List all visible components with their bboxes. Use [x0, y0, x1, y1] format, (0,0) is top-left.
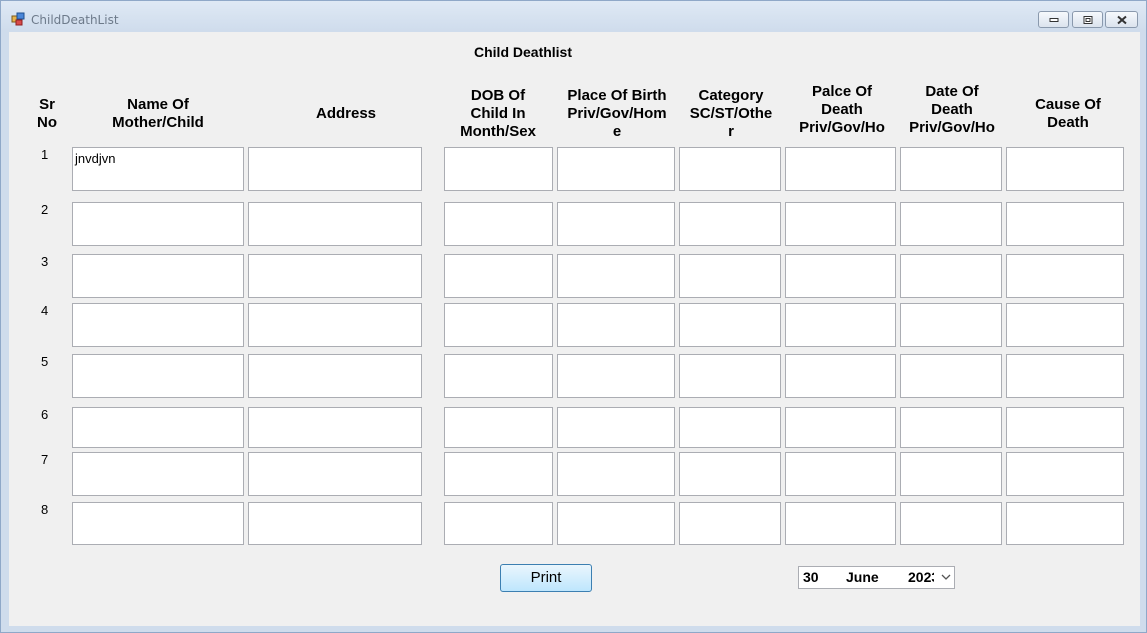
dob-field[interactable] [444, 502, 553, 545]
date-day[interactable]: 30 [803, 567, 819, 588]
form-caption: Child Deathlist [474, 44, 573, 60]
place-of-birth-field[interactable] [557, 452, 675, 496]
place-of-death-field[interactable] [785, 407, 896, 448]
header-address: Address [315, 105, 377, 122]
header-dob: DOB Of Child In Month/Sex [460, 87, 536, 140]
place-of-birth-field[interactable] [557, 254, 675, 298]
name-field[interactable] [72, 502, 244, 545]
category-field[interactable] [679, 452, 781, 496]
row-number: 4 [41, 303, 49, 318]
address-field[interactable] [248, 147, 422, 191]
date-month[interactable]: June [846, 567, 879, 588]
row-number: 6 [41, 407, 49, 422]
place-of-birth-field[interactable] [557, 502, 675, 545]
category-field[interactable] [679, 254, 781, 298]
minimize-icon [1049, 17, 1058, 22]
row-number: 3 [41, 254, 49, 269]
dob-field[interactable] [444, 452, 553, 496]
dob-field[interactable] [444, 202, 553, 246]
place-of-birth-field[interactable] [557, 202, 675, 246]
dob-field[interactable] [444, 254, 553, 298]
row-number: 2 [41, 202, 49, 217]
chevron-down-icon[interactable] [941, 573, 951, 581]
row-number: 5 [41, 354, 49, 369]
place-of-birth-field[interactable] [557, 303, 675, 347]
minimize-button[interactable] [1038, 11, 1069, 28]
name-field[interactable] [72, 303, 244, 347]
category-field[interactable] [679, 303, 781, 347]
name-field[interactable]: jnvdjvn [72, 147, 244, 191]
header-category: Category SC/ST/Othe r [689, 87, 773, 140]
header-date-of-death: Date Of Death Priv/Gov/Ho [909, 83, 995, 136]
date-picker[interactable]: 30 June 2023 [798, 566, 955, 589]
dob-field[interactable] [444, 303, 553, 347]
place-of-birth-field[interactable] [557, 147, 675, 191]
title-bar[interactable]: ChildDeathList [1, 1, 1146, 35]
address-field[interactable] [248, 502, 422, 545]
category-field[interactable] [679, 354, 781, 398]
place-of-death-field[interactable] [785, 147, 896, 191]
cause-of-death-field[interactable] [1006, 147, 1124, 191]
date-of-death-field[interactable] [900, 254, 1002, 298]
row-number: 8 [41, 502, 49, 517]
restore-button[interactable] [1072, 11, 1103, 28]
place-of-birth-field[interactable] [557, 407, 675, 448]
window-title: ChildDeathList [31, 13, 119, 27]
place-of-death-field[interactable] [785, 502, 896, 545]
cause-of-death-field[interactable] [1006, 202, 1124, 246]
name-field[interactable] [72, 452, 244, 496]
header-place-of-birth: Place Of Birth Priv/Gov/Hom e [567, 87, 667, 140]
address-field[interactable] [248, 407, 422, 448]
place-of-birth-field[interactable] [557, 354, 675, 398]
date-of-death-field[interactable] [900, 502, 1002, 545]
date-of-death-field[interactable] [900, 202, 1002, 246]
category-field[interactable] [679, 502, 781, 545]
date-of-death-field[interactable] [900, 303, 1002, 347]
date-of-death-field[interactable] [900, 354, 1002, 398]
header-name-of-mother-child: Name Of Mother/Child [112, 96, 204, 131]
date-of-death-field[interactable] [900, 407, 1002, 448]
category-field[interactable] [679, 147, 781, 191]
category-field[interactable] [679, 202, 781, 246]
date-year[interactable]: 2023 [908, 567, 934, 588]
date-of-death-field[interactable] [900, 147, 1002, 191]
place-of-death-field[interactable] [785, 354, 896, 398]
name-field[interactable] [72, 254, 244, 298]
place-of-death-field[interactable] [785, 452, 896, 496]
place-of-death-field[interactable] [785, 254, 896, 298]
row-number: 7 [41, 452, 49, 467]
name-field[interactable] [72, 202, 244, 246]
app-window: ChildDeathList Child Deathlist Sr No Nam… [0, 0, 1147, 633]
cause-of-death-field[interactable] [1006, 407, 1124, 448]
header-sr-no: Sr No [37, 96, 57, 131]
date-of-death-field[interactable] [900, 452, 1002, 496]
address-field[interactable] [248, 452, 422, 496]
address-field[interactable] [248, 303, 422, 347]
address-field[interactable] [248, 202, 422, 246]
place-of-death-field[interactable] [785, 202, 896, 246]
cause-of-death-field[interactable] [1006, 303, 1124, 347]
dob-field[interactable] [444, 147, 553, 191]
place-of-death-field[interactable] [785, 303, 896, 347]
cause-of-death-field[interactable] [1006, 452, 1124, 496]
app-form-icon [11, 12, 25, 26]
dob-field[interactable] [444, 354, 553, 398]
cause-of-death-field[interactable] [1006, 254, 1124, 298]
header-place-of-death: Palce Of Death Priv/Gov/Ho [799, 83, 885, 136]
print-button[interactable]: Print [500, 564, 592, 592]
restore-icon [1083, 15, 1092, 24]
close-button[interactable] [1105, 11, 1138, 28]
close-icon [1116, 15, 1127, 24]
category-field[interactable] [679, 407, 781, 448]
row-number: 1 [41, 147, 49, 162]
dob-field[interactable] [444, 407, 553, 448]
cause-of-death-field[interactable] [1006, 502, 1124, 545]
name-field[interactable] [72, 354, 244, 398]
address-field[interactable] [248, 354, 422, 398]
header-cause-of-death: Cause Of Death [1035, 96, 1101, 131]
address-field[interactable] [248, 254, 422, 298]
cause-of-death-field[interactable] [1006, 354, 1124, 398]
name-field[interactable] [72, 407, 244, 448]
